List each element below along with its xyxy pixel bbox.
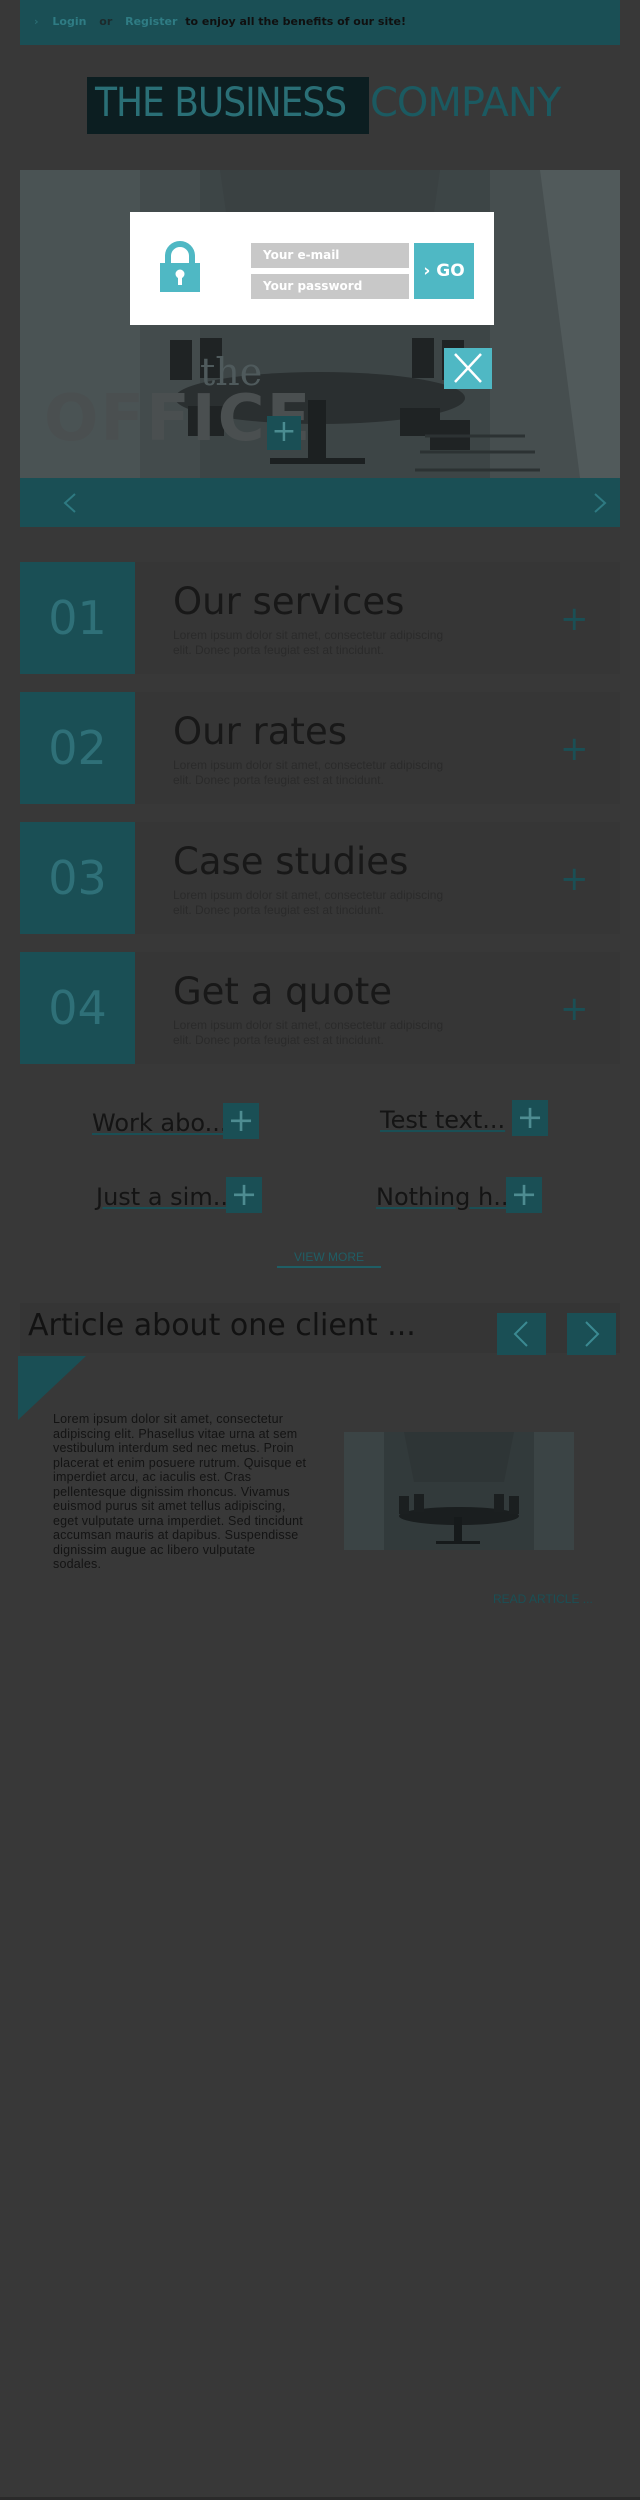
hero-plus-button[interactable]: + xyxy=(267,416,301,450)
service-description: Lorem ipsum dolor sit amet, consectetur … xyxy=(173,1018,444,1047)
arrow-right-icon[interactable] xyxy=(588,492,610,514)
article-body-text: Lorem ipsum dolor sit amet, consectetur … xyxy=(53,1412,307,1571)
plus-icon[interactable]: + xyxy=(560,992,589,1026)
service-number: 04 xyxy=(20,952,135,1064)
arrow-left-icon xyxy=(513,1321,528,1347)
work-tile[interactable]: Test text... + xyxy=(380,1100,550,1136)
work-tile[interactable]: Work abo... + xyxy=(92,1103,262,1139)
slider-control-bar xyxy=(20,478,620,527)
service-title[interactable]: Get a quote xyxy=(173,970,392,1013)
plus-icon[interactable]: + xyxy=(512,1100,548,1136)
article-title[interactable]: Article about one client ... xyxy=(28,1308,416,1343)
work-tile-label[interactable]: Nothing h... xyxy=(376,1183,516,1211)
service-row[interactable]: 04 Get a quote Lorem ipsum dolor sit ame… xyxy=(20,952,620,1064)
work-tile[interactable]: Nothing h... + xyxy=(376,1177,546,1213)
service-number: 01 xyxy=(20,562,135,674)
benefits-message: to enjoy all the benefits of our site! xyxy=(185,15,406,28)
password-field[interactable]: Your password xyxy=(251,274,409,299)
view-more-link[interactable]: VIEW MORE xyxy=(277,1250,381,1268)
service-title[interactable]: Our rates xyxy=(173,710,347,753)
close-modal-button[interactable] xyxy=(444,348,492,389)
work-tile-label[interactable]: Just a sim... xyxy=(96,1183,236,1211)
plus-icon[interactable]: + xyxy=(226,1177,262,1213)
top-bar: › Login or Register to enjoy all the ben… xyxy=(20,0,620,45)
service-number: 03 xyxy=(20,822,135,934)
arrow-right-icon xyxy=(585,1321,600,1347)
logo-text-the-business[interactable]: THE BUSINESS xyxy=(95,80,347,126)
plus-icon[interactable]: + xyxy=(223,1103,259,1139)
top-bar-row: › Login or Register to enjoy all the ben… xyxy=(34,15,406,28)
service-title[interactable]: Case studies xyxy=(173,840,408,883)
service-description: Lorem ipsum dolor sit amet, consectetur … xyxy=(173,628,444,657)
chevron-right-icon: › xyxy=(34,15,39,28)
plus-icon[interactable]: + xyxy=(506,1177,542,1213)
article-prev-button[interactable] xyxy=(497,1313,546,1355)
service-row[interactable]: 01 Our services Lorem ipsum dolor sit am… xyxy=(20,562,620,674)
plus-icon[interactable]: + xyxy=(560,732,589,766)
service-row[interactable]: 02 Our rates Lorem ipsum dolor sit amet,… xyxy=(20,692,620,804)
article-corner-decoration xyxy=(18,1356,86,1420)
service-row[interactable]: 03 Case studies Lorem ipsum dolor sit am… xyxy=(20,822,620,934)
read-article-link[interactable]: READ ARTICLE ... xyxy=(493,1592,593,1606)
service-number: 02 xyxy=(20,692,135,804)
login-modal: Your e-mail Your password › GO xyxy=(130,212,494,325)
logo-text-company[interactable]: COMPANY xyxy=(370,80,561,126)
plus-icon[interactable]: + xyxy=(560,602,589,636)
login-link[interactable]: Login xyxy=(52,15,86,28)
or-text: or xyxy=(99,15,113,28)
work-tile[interactable]: Just a sim... + xyxy=(96,1177,266,1213)
plus-icon[interactable]: + xyxy=(560,862,589,896)
service-title[interactable]: Our services xyxy=(173,580,404,623)
service-description: Lorem ipsum dolor sit amet, consectetur … xyxy=(173,758,444,787)
lock-icon xyxy=(160,241,200,292)
arrow-left-icon[interactable] xyxy=(60,492,82,514)
work-tile-label[interactable]: Test text... xyxy=(380,1106,505,1134)
go-button[interactable]: › GO xyxy=(414,243,474,299)
email-field[interactable]: Your e-mail xyxy=(251,243,409,268)
article-office-image xyxy=(344,1432,574,1550)
register-link[interactable]: Register xyxy=(125,15,177,28)
work-tile-label[interactable]: Work abo... xyxy=(92,1109,228,1137)
close-icon xyxy=(454,353,482,383)
service-description: Lorem ipsum dolor sit amet, consectetur … xyxy=(173,888,444,917)
article-next-button[interactable] xyxy=(567,1313,616,1355)
